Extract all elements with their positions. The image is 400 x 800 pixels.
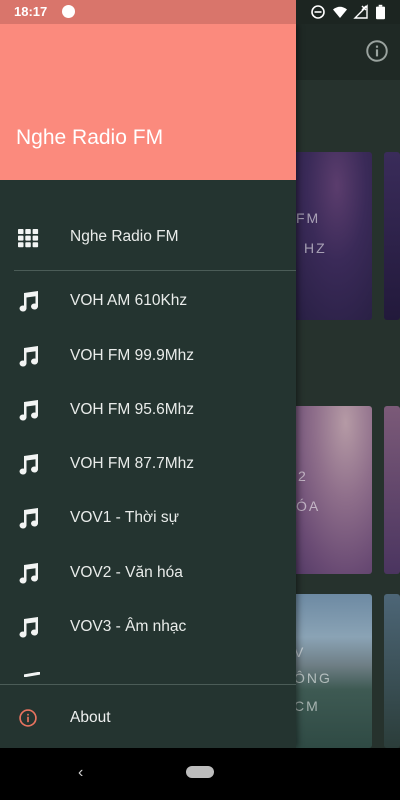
drawer-title: Nghe Radio FM — [16, 126, 164, 149]
drawer-item-station[interactable]: VOV2 - Văn hóa — [0, 547, 296, 601]
drawer-item-label: VOH AM 610Khz — [70, 292, 188, 309]
drawer-item-label: About — [70, 709, 111, 726]
status-bar: 18:17 — [0, 0, 400, 24]
drawer-item-label: VOV1 - Thời sự — [70, 509, 179, 526]
status-time: 18:17 — [14, 4, 48, 19]
drawer-item-home[interactable]: Nghe Radio FM — [0, 211, 296, 265]
drawer-item-station[interactable]: VOV1 - Thời sự — [0, 492, 296, 546]
station-card[interactable]: 2 ÓA — [284, 406, 372, 574]
drawer-item-label: VOH FM 95.6Mhz — [70, 401, 195, 418]
card-text: ÓA — [296, 498, 321, 514]
drawer-item-station[interactable]: VOH FM 87.7Mhz — [0, 438, 296, 492]
status-bar-right — [296, 0, 400, 24]
info-icon — [19, 709, 37, 727]
wifi-icon — [333, 6, 347, 18]
station-card[interactable] — [384, 152, 400, 320]
battery-icon — [376, 4, 385, 20]
status-bar-left: 18:17 — [0, 0, 296, 24]
drawer-item-label: Nghe Radio FM — [70, 228, 179, 245]
drawer-item-about[interactable]: About — [0, 692, 296, 746]
drawer-item-station[interactable]: VOH FM 95.6Mhz — [0, 384, 296, 438]
drawer-item-station[interactable]: VOH AM 610Khz — [0, 275, 296, 329]
drawer-item-station[interactable]: VOH FM 99.9Mhz — [0, 330, 296, 384]
card-text: 2 — [298, 468, 308, 484]
card-text: CM — [294, 698, 320, 714]
divider — [14, 270, 296, 271]
station-card[interactable] — [384, 594, 400, 748]
music-note-icon — [19, 563, 38, 584]
station-card[interactable] — [384, 406, 400, 574]
screen: FM HZ 2 ÓA V ÔNG CM 18:17 Nghe Radio FM … — [0, 0, 400, 800]
notification-dot-icon — [62, 5, 75, 18]
drawer-item-station[interactable]: VOV3 - Âm nhạc — [0, 601, 296, 655]
divider — [0, 684, 296, 685]
drawer-item-label: VOV2 - Văn hóa — [70, 564, 183, 581]
drawer-item-peek — [20, 672, 40, 677]
no-signal-icon — [353, 4, 368, 19]
music-note-icon — [19, 346, 38, 367]
navigation-drawer: Nghe Radio FM Nghe Radio FM VOH AM 610Kh… — [0, 24, 296, 748]
music-note-icon — [19, 291, 38, 312]
drawer-item-label: VOV3 - Âm nhạc — [70, 618, 187, 635]
card-text: HZ — [304, 240, 327, 256]
station-card[interactable]: V ÔNG CM — [284, 594, 372, 748]
card-text: ÔNG — [294, 670, 332, 686]
do-not-disturb-icon — [311, 5, 325, 19]
info-icon[interactable] — [364, 38, 390, 64]
drawer-item-label: VOH FM 87.7Mhz — [70, 455, 195, 472]
drawer-item-label: VOH FM 99.9Mhz — [70, 347, 195, 364]
card-text: FM — [296, 210, 321, 226]
system-navigation-bar: ‹ — [0, 748, 400, 800]
station-card[interactable]: FM HZ — [284, 152, 372, 320]
music-note-icon — [19, 617, 38, 638]
music-note-icon — [19, 454, 38, 475]
home-pill-button[interactable] — [186, 766, 214, 778]
back-icon[interactable]: ‹ — [78, 764, 83, 782]
music-note-icon — [19, 400, 38, 421]
drawer-header: Nghe Radio FM — [0, 24, 296, 180]
music-note-icon — [19, 508, 38, 529]
grid-icon — [18, 229, 39, 248]
